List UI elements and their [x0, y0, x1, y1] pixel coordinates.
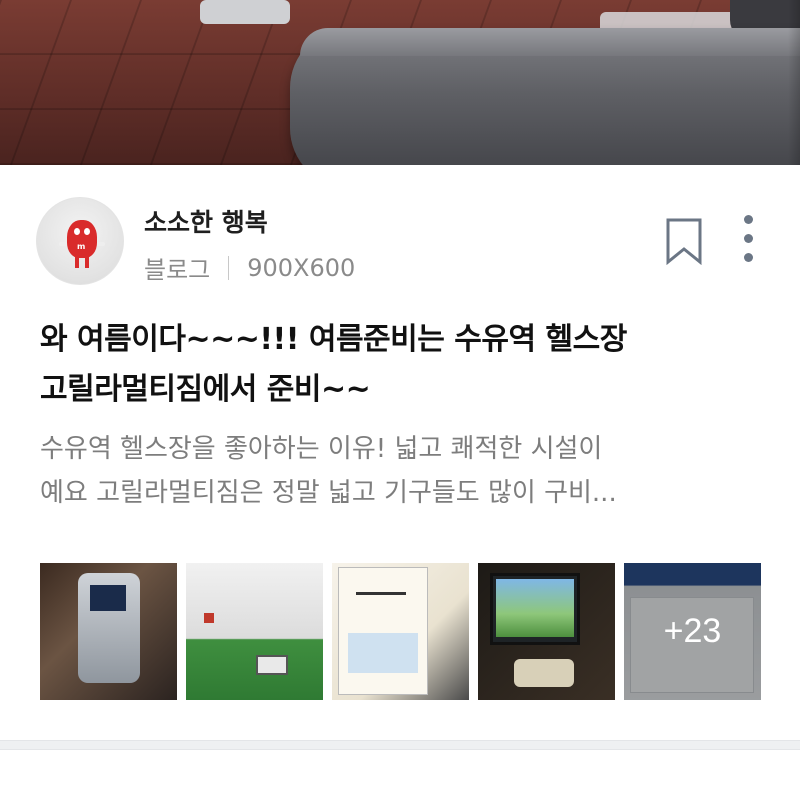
avatar-figure	[67, 220, 97, 258]
bookmark-icon	[666, 218, 702, 266]
post-meta: 블로그 900X600	[144, 250, 355, 285]
thumbnail-3[interactable]	[332, 563, 469, 700]
source-label: 블로그	[144, 256, 211, 284]
more-options-button[interactable]	[736, 215, 760, 267]
thumbnail-graphic	[496, 579, 574, 637]
avatar-figure	[85, 256, 89, 268]
thumbnail-2[interactable]	[186, 563, 323, 700]
avatar-figure	[84, 228, 90, 235]
avatar[interactable]: m	[36, 197, 124, 285]
author-name[interactable]: 소소한 행복	[144, 203, 268, 239]
post-title-line: 와 여름이다~~~!!! 여름준비는 수유역 헬스장	[40, 322, 627, 357]
post-card[interactable]: m 소소한 행복 블로그 900X600 와 여름이다~~~!!! 여름준비는 …	[0, 165, 800, 740]
bookmark-button[interactable]	[664, 217, 704, 266]
post-summary-line: 수유역 헬스장을 좋아하는 이유! 넓고 쾌적한 시설이	[40, 434, 603, 464]
thumbnail-graphic	[256, 655, 288, 675]
post-title-line: 고릴라멀티짐에서 준비~~	[40, 372, 371, 407]
equipment-frame	[200, 0, 290, 24]
thumbnail-graphic	[348, 633, 418, 673]
bench-seat-top	[300, 28, 800, 56]
more-vertical-icon	[743, 234, 753, 243]
post-summary[interactable]: 수유역 헬스장을 좋아하는 이유! 넓고 쾌적한 시설이 예요 고릴라멀티짐은 …	[40, 427, 770, 515]
more-vertical-icon	[743, 215, 753, 224]
more-images-count: +23	[663, 612, 722, 650]
avatar-figure: m	[77, 242, 86, 251]
thumbnail-strip: +23	[40, 563, 761, 700]
thumbnail-1[interactable]	[40, 563, 177, 700]
thumbnail-graphic	[356, 573, 406, 595]
post-title[interactable]: 와 여름이다~~~!!! 여름준비는 수유역 헬스장 고릴라멀티짐에서 준비~~	[40, 315, 780, 415]
image-size: 900X600	[247, 253, 356, 282]
avatar-figure	[75, 256, 79, 268]
thumbnail-graphic	[90, 585, 126, 611]
thumbnail-graphic	[204, 613, 214, 623]
thumbnail-5-more[interactable]: +23	[624, 563, 761, 700]
meta-divider	[228, 255, 230, 280]
hero-photo[interactable]	[0, 0, 800, 165]
thumbnail-graphic	[514, 659, 574, 687]
section-divider	[0, 740, 800, 750]
thumbnail-4[interactable]	[478, 563, 615, 700]
post-summary-line: 예요 고릴라멀티짐은 정말 넓고 기구들도 많이 구비...	[40, 478, 617, 508]
avatar-figure	[74, 228, 80, 235]
more-vertical-icon	[743, 253, 753, 262]
